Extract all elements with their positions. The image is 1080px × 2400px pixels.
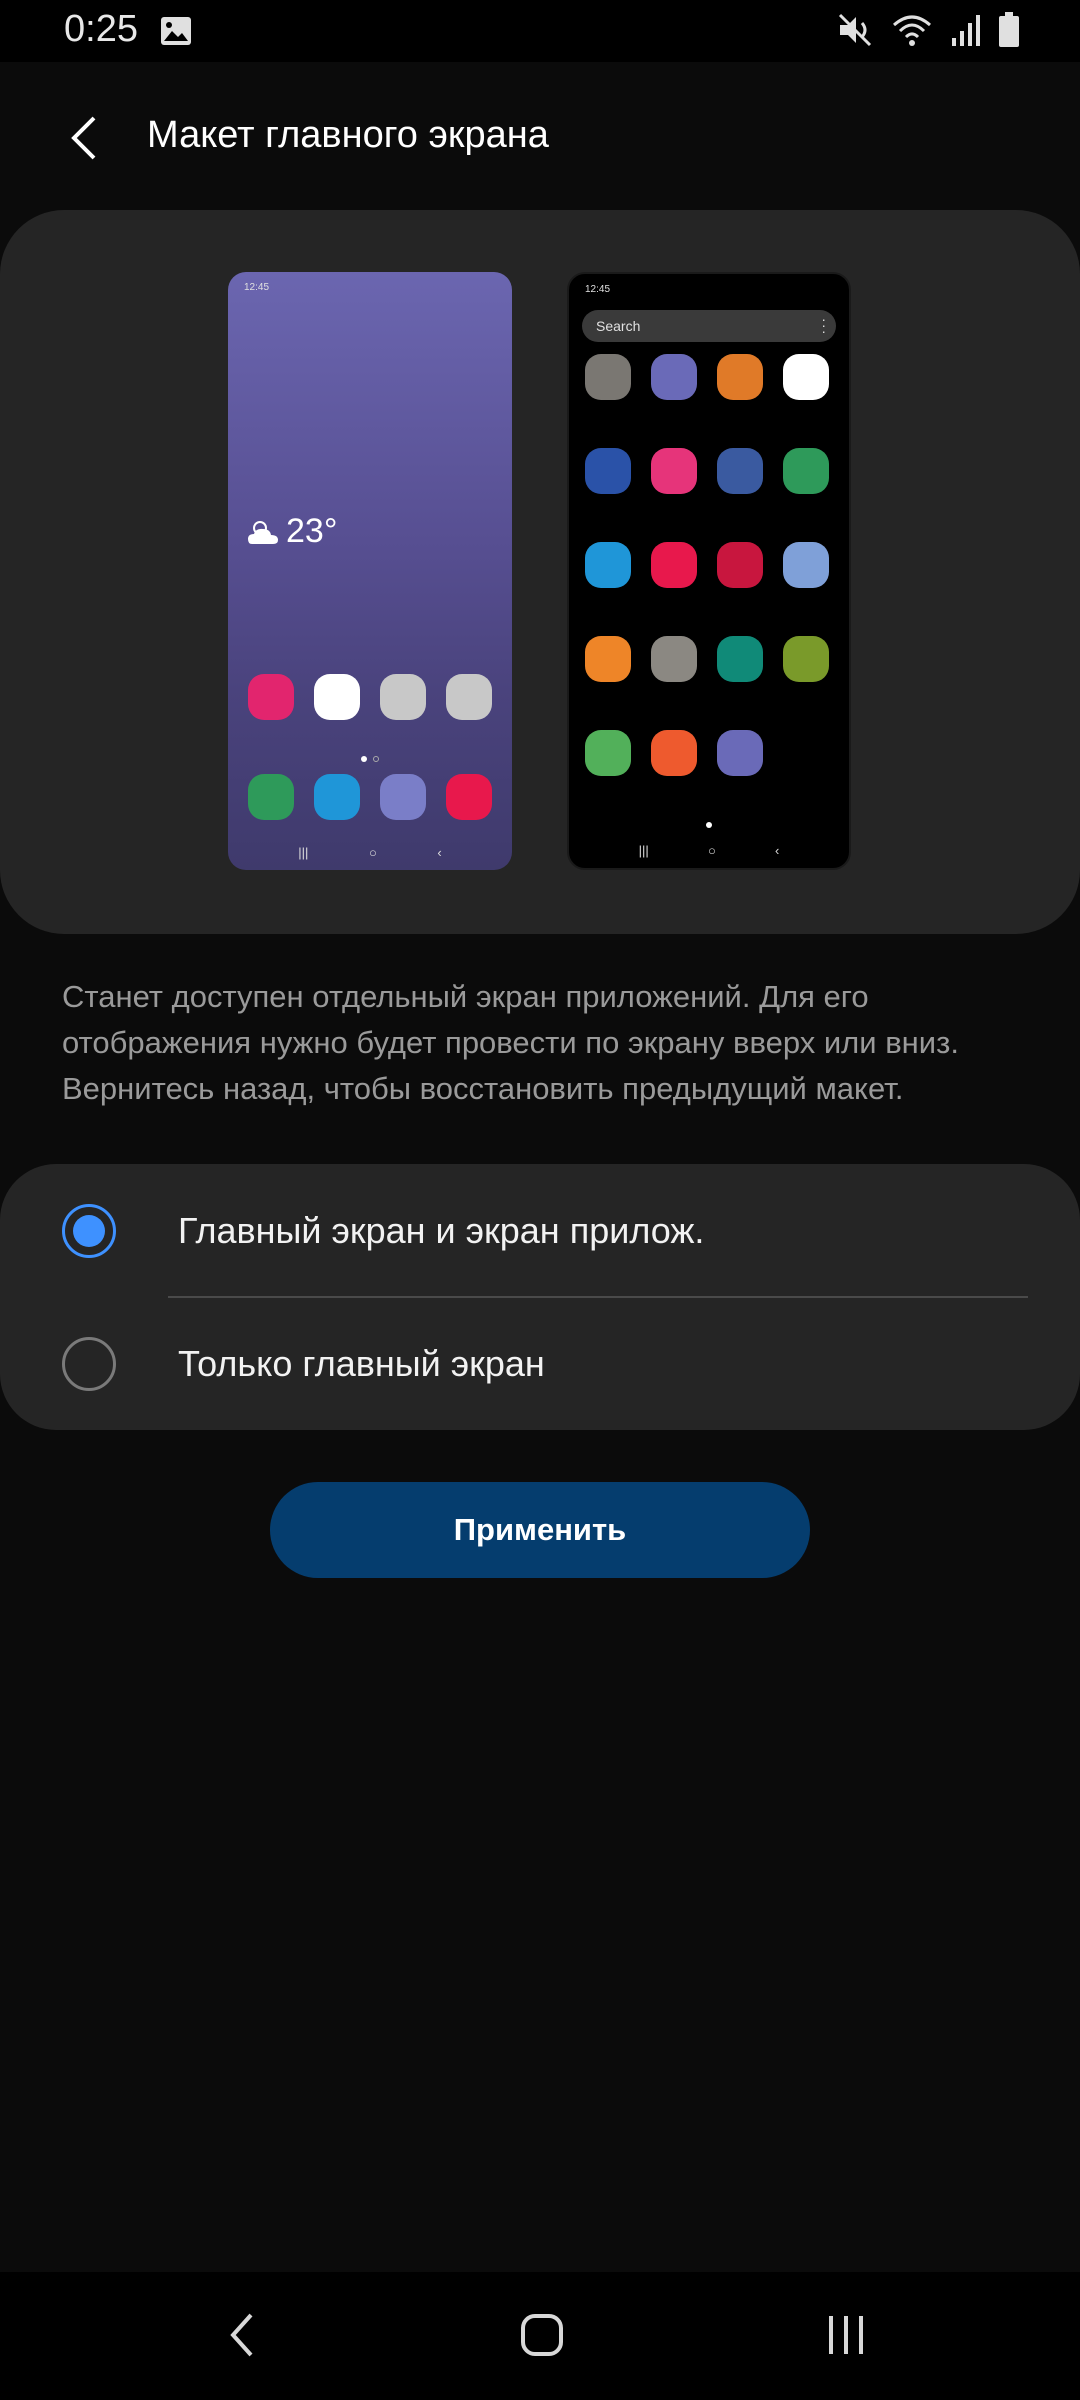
dock-icon-row	[248, 774, 492, 820]
radio-home-only[interactable]	[62, 1337, 116, 1391]
app-icon	[585, 636, 631, 682]
app-icon	[248, 774, 294, 820]
back-icon: ‹	[775, 842, 780, 858]
app-icon	[651, 354, 697, 400]
status-time: 0:25	[64, 8, 138, 50]
nav-recents-button[interactable]	[806, 2300, 886, 2370]
app-icon	[380, 674, 426, 720]
layout-options: Главный экран и экран прилож. Только гла…	[0, 1164, 1080, 1430]
recents-icon: |||	[638, 842, 649, 858]
option-home-only[interactable]: Только главный экран	[0, 1297, 1080, 1430]
app-icon	[380, 774, 426, 820]
app-icon	[446, 774, 492, 820]
app-icon	[651, 542, 697, 588]
more-icon: · · ·	[821, 311, 826, 339]
nav-home-button[interactable]	[502, 2300, 582, 2370]
app-icon	[717, 448, 763, 494]
app-icon	[651, 636, 697, 682]
layout-description: Станет доступен отдельный экран приложен…	[62, 979, 959, 1106]
app-icon	[585, 354, 631, 400]
home-icon	[521, 2314, 563, 2356]
app-icon	[717, 542, 763, 588]
page-dot	[706, 822, 712, 828]
preview-search-bar: Search · · ·	[582, 310, 836, 342]
app-icon	[585, 448, 631, 494]
recents-icon: |||	[298, 844, 309, 860]
app-icon	[446, 674, 492, 720]
wifi-icon	[892, 13, 932, 52]
recents-icon	[829, 2316, 863, 2354]
app-icon	[783, 542, 829, 588]
page-dot	[361, 756, 367, 762]
status-bar: 0:25	[0, 0, 1080, 62]
app-icon	[717, 354, 763, 400]
apps-screen-preview: 12:45 Search · · · ||| ○ ‹	[567, 272, 851, 870]
system-nav-bar	[0, 2272, 1080, 2400]
nav-back-button[interactable]	[202, 2300, 282, 2370]
app-icon	[651, 448, 697, 494]
preview-time: 12:45	[585, 284, 611, 295]
weather-temperature: 23°	[286, 512, 338, 550]
chevron-left-icon	[71, 116, 96, 160]
app-icon	[314, 774, 360, 820]
app-icon	[783, 354, 829, 400]
gallery-icon	[160, 16, 192, 51]
home-icon-row	[248, 674, 492, 720]
home-icon: ○	[368, 844, 377, 860]
page-title: Макет главного экрана	[147, 114, 549, 156]
app-icon	[314, 674, 360, 720]
weather-widget: 23°	[246, 512, 337, 551]
app-grid	[585, 354, 835, 776]
app-icon	[585, 730, 631, 776]
option-label: Главный экран и экран прилож.	[178, 1210, 705, 1251]
back-icon	[230, 2313, 253, 2357]
page-indicator	[228, 756, 512, 762]
battery-icon	[998, 12, 1020, 53]
partly-cloudy-icon	[248, 520, 278, 544]
preview-nav-bar: ||| ○ ‹	[569, 840, 849, 860]
search-placeholder: Search	[596, 318, 641, 334]
layout-preview-card: 12:45 23° ||| ○ ‹ 12:45 Search · · · |||…	[0, 210, 1080, 934]
home-screen-preview: 12:45 23° ||| ○ ‹	[228, 272, 512, 870]
preview-time: 12:45	[244, 282, 270, 293]
page-indicator	[569, 822, 849, 828]
back-icon: ‹	[437, 844, 442, 860]
app-icon	[783, 636, 829, 682]
preview-nav-bar: ||| ○ ‹	[228, 842, 512, 862]
apply-button[interactable]: Применить	[270, 1482, 810, 1578]
app-icon	[651, 730, 697, 776]
app-icon	[585, 542, 631, 588]
page-dot	[373, 756, 379, 762]
mute-icon	[838, 13, 874, 52]
app-icon	[783, 448, 829, 494]
app-header: Макет главного экрана	[0, 62, 1080, 212]
back-button[interactable]	[54, 108, 114, 168]
app-icon	[717, 636, 763, 682]
app-icon	[717, 730, 763, 776]
option-home-and-apps[interactable]: Главный экран и экран прилож.	[0, 1164, 1080, 1298]
app-icon	[248, 674, 294, 720]
radio-home-and-apps[interactable]	[62, 1204, 116, 1258]
home-icon: ○	[707, 842, 716, 858]
signal-icon	[950, 14, 980, 51]
option-label: Только главный экран	[178, 1343, 545, 1384]
